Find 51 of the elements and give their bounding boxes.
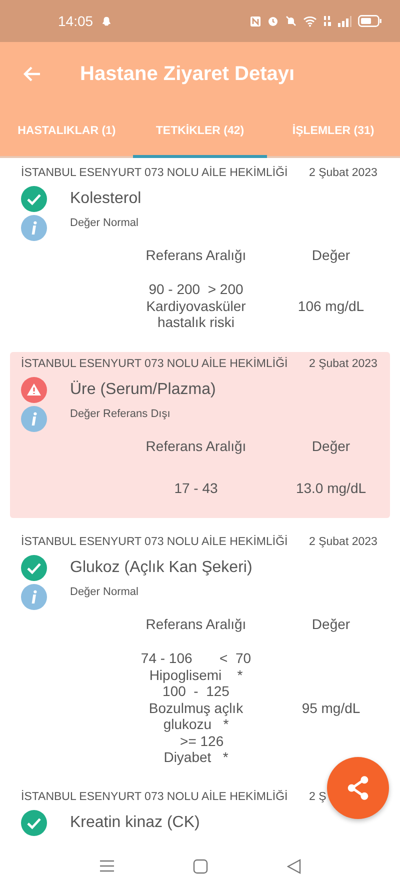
alarm-icon <box>267 15 279 27</box>
volte-icon <box>323 15 332 27</box>
test-date: 2 Şubat 2023 <box>309 536 378 548</box>
reference-range: 74 - 106 < 70 Hipoglisemi * 100 - 125 Bozulmuş açlık glukozu * >= 126 Diyabet * <box>140 650 252 766</box>
column-header: Referans Aralığı <box>144 438 248 454</box>
column-header: Referans Aralığı <box>144 616 248 632</box>
screen-title: Hastane Ziyaret Detayı <box>80 62 295 86</box>
clinic-name: İSTANBUL ESENYURT 073 NOLU AİLE HEKİMLİĞİ <box>21 790 288 802</box>
check-icon <box>21 186 47 212</box>
result-note: Değer Normal <box>70 217 138 229</box>
clinic-name: İSTANBUL ESENYURT 073 NOLU AİLE HEKİMLİĞİ <box>21 167 288 179</box>
test-name: Glukoz (Açlık Kan Şekeri) <box>70 559 252 577</box>
ghost-icon <box>101 16 112 26</box>
wifi-icon <box>303 15 317 27</box>
result-value: 13.0 mg/dL <box>294 480 368 496</box>
back-icon[interactable] <box>286 858 301 874</box>
test-date: 2 Ş <box>309 790 328 802</box>
warning-icon <box>21 376 47 402</box>
tab[interactable]: HASTALIKLAR (1) <box>0 106 134 158</box>
info-icon <box>21 584 47 610</box>
info-icon <box>21 215 47 241</box>
test-name: Üre (Serum/Plazma) <box>70 380 216 398</box>
tab[interactable]: İŞLEMLER (31) <box>266 106 400 158</box>
clock-time: 14:05 <box>58 13 94 29</box>
signal-icon <box>338 16 352 26</box>
test-date: 2 Şubat 2023 <box>309 167 378 179</box>
muted-bell-icon <box>285 15 297 27</box>
result-note: Değer Referans Dışı <box>70 408 170 420</box>
info-icon <box>21 406 47 432</box>
clinic-name: İSTANBUL ESENYURT 073 NOLU AİLE HEKİMLİĞİ <box>21 358 288 370</box>
share-button[interactable] <box>327 757 389 819</box>
test-name: Kreatin kinaz (CK) <box>70 814 200 832</box>
column-header: Değer <box>310 616 352 632</box>
test-date: 2 Şubat 2023 <box>309 358 378 370</box>
reference-range: 17 - 43 <box>173 480 219 496</box>
column-header: Değer <box>310 438 352 454</box>
menu-icon[interactable] <box>99 859 116 873</box>
result-value: 95 mg/dL <box>300 700 362 716</box>
battery-icon <box>358 15 382 27</box>
column-header: Referans Aralığı <box>144 247 248 263</box>
column-header: Değer <box>310 247 352 263</box>
clinic-name: İSTANBUL ESENYURT 073 NOLU AİLE HEKİMLİĞİ <box>21 536 288 548</box>
test-name: Kolesterol <box>70 190 142 208</box>
check-icon <box>21 555 47 581</box>
tab[interactable]: TETKİKLER (42) <box>133 106 267 158</box>
result-note: Değer Normal <box>70 586 138 598</box>
nfc-icon <box>250 16 261 26</box>
home-icon[interactable] <box>193 858 208 874</box>
check-icon <box>21 810 47 836</box>
reference-range: 90 - 200 > 200 Kardiyovasküler hastalık riski <box>145 281 247 330</box>
result-value: 106 mg/dL <box>296 298 366 314</box>
